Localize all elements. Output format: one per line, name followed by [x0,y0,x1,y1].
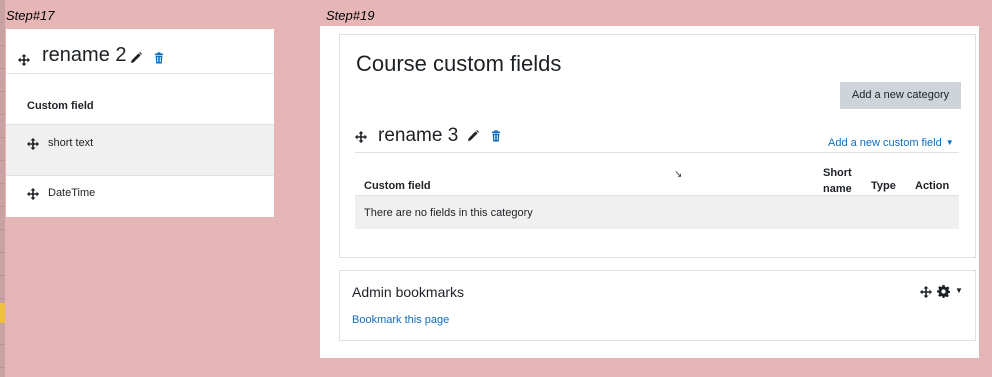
divider [355,152,959,153]
field-row: DateTime [6,176,274,216]
field-name: DateTime [48,187,96,199]
move-icon[interactable] [920,286,932,298]
caret-down-icon[interactable]: ▼ [955,286,963,295]
category-header: rename 2 [6,29,274,74]
move-icon[interactable] [355,131,367,143]
block-title: Admin bookmarks [352,284,465,300]
move-icon[interactable] [27,188,39,200]
field-row: short text [6,124,274,176]
category-title: rename 2 [42,44,127,66]
caret-down-icon: ▼ [945,138,954,147]
step-label-left: Step#17 [6,8,55,23]
column-header-custom-field: Custom field [27,100,94,112]
add-custom-field-link[interactable]: Add a new custom field ▼ [828,137,954,149]
background-highlight-cell [0,303,5,323]
edit-icon[interactable] [130,52,142,64]
mouse-cursor-icon: ↘ [674,169,683,180]
background-window-strip [0,0,5,377]
step17-panel: rename 2 Custom field short text DateTim… [6,29,274,217]
step-label-right: Step#19 [326,8,375,23]
edit-icon[interactable] [467,130,479,142]
field-name: short text [48,137,94,149]
trash-icon[interactable] [490,130,502,142]
move-icon[interactable] [27,138,39,150]
column-header-short-name: Short name [823,165,852,197]
category-title: rename 3 [378,125,459,146]
column-header-custom-field: Custom field [364,180,431,192]
gear-icon[interactable] [937,285,950,298]
column-header-short-name-line1: Short [823,167,852,179]
step19-panel: Course custom fields Add a new category … [320,26,979,358]
column-header-type: Type [871,180,896,192]
add-custom-field-label: Add a new custom field [828,137,942,149]
move-icon[interactable] [18,54,30,66]
page-title: Course custom fields [356,51,562,76]
add-category-button[interactable]: Add a new category [840,82,961,109]
empty-table-message: There are no fields in this category [355,196,959,229]
custom-fields-card: Course custom fields Add a new category … [339,34,976,258]
admin-bookmarks-block: Admin bookmarks Bookmark this page ▼ [339,270,976,341]
column-header-action: Action [915,180,950,192]
bookmark-this-page-link[interactable]: Bookmark this page [352,314,449,326]
trash-icon[interactable] [153,52,165,64]
